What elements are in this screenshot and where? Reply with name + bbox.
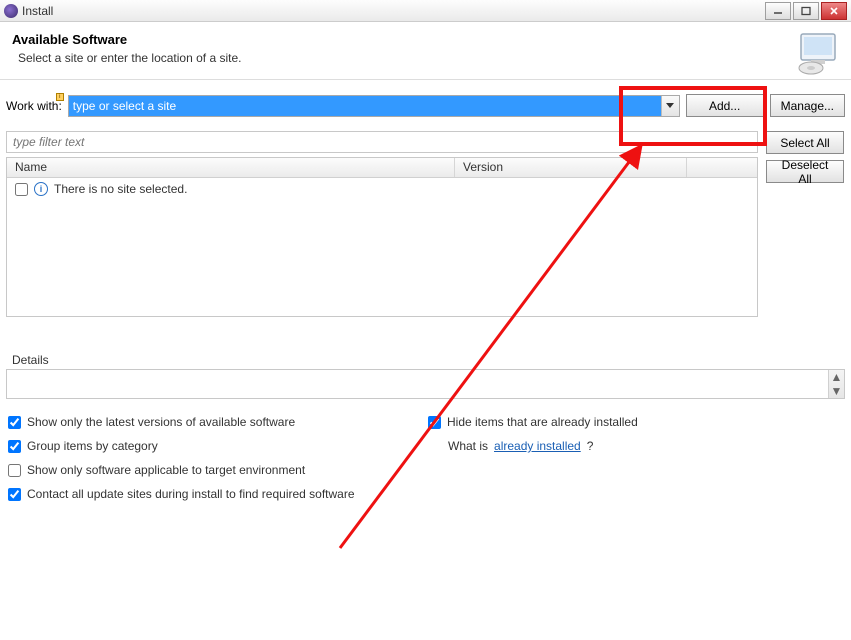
app-icon (4, 4, 18, 18)
check-contact-update-sites-box[interactable] (8, 488, 21, 501)
column-spacer (687, 158, 757, 177)
content-assist-decorator-icon: i (56, 93, 64, 101)
options-right-column: Hide items that are already installed Wh… (428, 415, 845, 501)
empty-message: There is no site selected. (54, 182, 187, 196)
minimize-button[interactable] (765, 2, 791, 20)
page-title: Available Software (12, 32, 839, 47)
add-button[interactable]: Add... (686, 94, 764, 117)
check-hide-installed-label: Hide items that are already installed (447, 415, 638, 429)
check-applicable-environment-box[interactable] (8, 464, 21, 477)
details-label: Details (12, 353, 845, 367)
check-contact-update-sites[interactable]: Contact all update sites during install … (8, 487, 428, 501)
check-hide-installed[interactable]: Hide items that are already installed (428, 415, 845, 429)
already-installed-link[interactable]: already installed (494, 439, 581, 453)
scroll-up-icon: ▲ (831, 370, 843, 384)
check-latest-versions-box[interactable] (8, 416, 21, 429)
check-group-by-category-label: Group items by category (27, 439, 158, 453)
window-title: Install (22, 4, 765, 18)
deselect-all-button[interactable]: Deselect All (766, 160, 844, 183)
check-hide-installed-box[interactable] (428, 416, 441, 429)
check-latest-versions-label: Show only the latest versions of availab… (27, 415, 295, 429)
info-icon: i (34, 182, 48, 196)
column-name[interactable]: Name (7, 158, 455, 177)
chevron-down-icon (666, 103, 674, 109)
select-all-button[interactable]: Select All (766, 131, 844, 154)
check-latest-versions[interactable]: Show only the latest versions of availab… (8, 415, 428, 429)
titlebar: Install (0, 0, 851, 22)
maximize-button[interactable] (793, 2, 819, 20)
whatis-suffix: ? (587, 439, 594, 453)
column-version[interactable]: Version (455, 158, 687, 177)
filter-input[interactable] (11, 134, 753, 150)
manage-button[interactable]: Manage... (770, 94, 845, 117)
check-group-by-category-box[interactable] (8, 440, 21, 453)
check-applicable-environment[interactable]: Show only software applicable to target … (8, 463, 428, 477)
close-button[interactable] (821, 2, 847, 20)
check-group-by-category[interactable]: Group items by category (8, 439, 428, 453)
check-applicable-environment-label: Show only software applicable to target … (27, 463, 305, 477)
details-box[interactable]: ▲ ▼ (6, 369, 845, 399)
filter-field[interactable] (6, 131, 758, 153)
row-checkbox[interactable] (15, 183, 28, 196)
work-with-input[interactable] (69, 96, 661, 116)
software-table[interactable]: Name Version i There is no site selected… (6, 157, 758, 317)
options-area: Show only the latest versions of availab… (0, 399, 851, 507)
table-row: i There is no site selected. (15, 182, 749, 196)
work-with-row: Work with: i Add... Manage... (0, 80, 851, 131)
work-with-dropdown-button[interactable] (661, 96, 679, 116)
work-with-label: Work with: i (6, 99, 62, 113)
table-body: i There is no site selected. (7, 178, 757, 200)
window-buttons (765, 2, 847, 20)
install-banner-icon (793, 32, 841, 79)
software-area: Name Version i There is no site selected… (0, 157, 851, 317)
table-header: Name Version (7, 158, 757, 178)
whatis-prefix: What is (448, 439, 488, 453)
page-subtitle: Select a site or enter the location of a… (18, 51, 839, 65)
header: Available Software Select a site or ente… (0, 22, 851, 80)
already-installed-text: What is already installed ? (428, 439, 845, 453)
work-with-combo[interactable] (68, 95, 680, 117)
scroll-down-icon: ▼ (831, 384, 843, 398)
selection-buttons: Select All Deselect All (766, 131, 844, 317)
details-scrollbar[interactable]: ▲ ▼ (828, 370, 844, 398)
check-contact-update-sites-label: Contact all update sites during install … (27, 487, 355, 501)
options-left-column: Show only the latest versions of availab… (8, 415, 428, 501)
